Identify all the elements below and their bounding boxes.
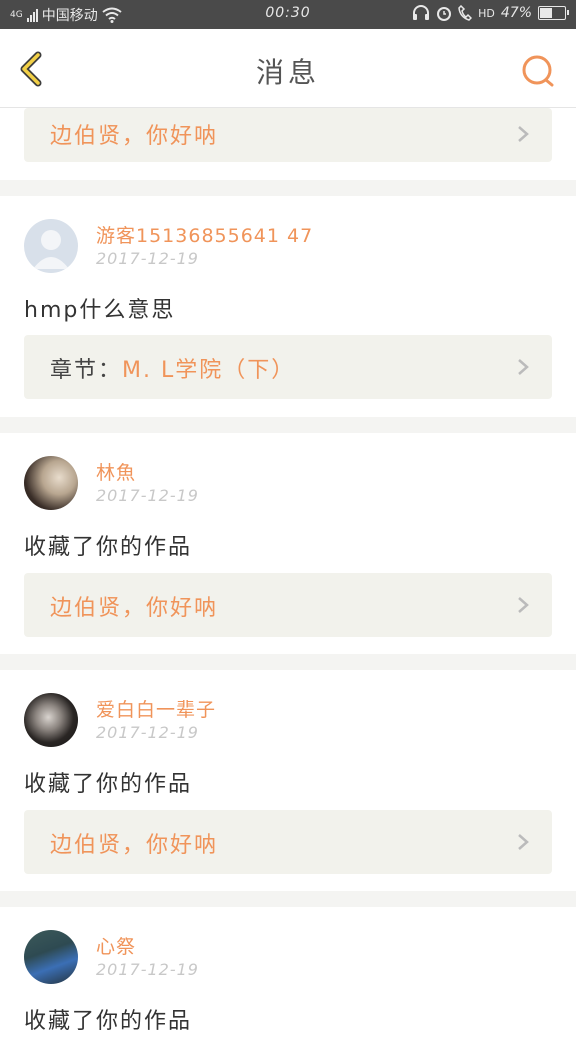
user-row[interactable]: 林魚 2017-12-19 [24, 456, 544, 516]
post-date: 2017-12-19 [96, 249, 199, 268]
message-text: hmp什么意思 [24, 298, 176, 323]
user-row[interactable]: 爱白白一辈子 2017-12-19 [24, 693, 544, 753]
post-date: 2017-12-19 [96, 723, 199, 742]
reference-prefix: 章节： [50, 358, 123, 383]
chevron-right-icon [518, 834, 529, 850]
reference-title: 边伯贤，你好呐 [50, 596, 219, 621]
avatar[interactable] [24, 456, 78, 510]
phone-icon [458, 5, 473, 21]
default-avatar-icon [33, 230, 69, 269]
reference-title: 边伯贤，你好呐 [50, 833, 219, 858]
user-row[interactable]: 游客15136855641 47 2017-12-19 [24, 219, 544, 279]
username[interactable]: 爱白白一辈子 [96, 695, 216, 722]
username[interactable]: 林魚 [96, 458, 136, 485]
chevron-right-icon [518, 126, 529, 142]
work-reference[interactable]: 边伯贤，你好呐 [24, 810, 552, 874]
work-reference[interactable]: 章节：M. L学院（下） [24, 335, 552, 399]
reference-title: 边伯贤，你好呐 [50, 124, 219, 149]
username[interactable]: 游客15136855641 47 [96, 221, 313, 248]
reference-name: M. L学院（下） [122, 358, 296, 383]
user-row[interactable]: 心祭 2017-12-19 [24, 930, 544, 990]
message-card: 游客15136855641 47 2017-12-19 hmp什么意思 章节：M… [0, 196, 576, 417]
avatar[interactable] [24, 219, 78, 273]
message-text: 收藏了你的作品 [24, 1009, 193, 1034]
avatar[interactable] [24, 693, 78, 747]
battery-percent: 47% [500, 5, 532, 21]
hd-label: HD [478, 6, 495, 20]
post-date: 2017-12-19 [96, 960, 199, 979]
message-card: 边伯贤，你好呐 [0, 108, 576, 180]
message-text: 收藏了你的作品 [24, 535, 193, 560]
work-reference[interactable]: 边伯贤，你好呐 [24, 573, 552, 637]
message-card: 爱白白一辈子 2017-12-19 收藏了你的作品 边伯贤，你好呐 [0, 670, 576, 891]
search-icon[interactable] [520, 53, 556, 89]
headset-icon [413, 5, 430, 20]
battery-icon [538, 6, 569, 20]
avatar[interactable] [24, 930, 78, 984]
reference-title: 章节：M. L学院（下） [50, 352, 295, 384]
post-date: 2017-12-19 [96, 486, 199, 505]
username[interactable]: 心祭 [96, 932, 136, 959]
message-text: 收藏了你的作品 [24, 772, 193, 797]
chevron-right-icon [518, 359, 529, 375]
message-card: 林魚 2017-12-19 收藏了你的作品 边伯贤，你好呐 [0, 433, 576, 654]
message-card: 心祭 2017-12-19 收藏了你的作品 [0, 907, 576, 1047]
app-header: 消息 [0, 29, 576, 108]
status-right: HD 47% [412, 5, 569, 21]
work-reference[interactable]: 边伯贤，你好呐 [24, 108, 552, 162]
chevron-right-icon [518, 597, 529, 613]
alarm-icon [437, 7, 452, 21]
status-bar: 4G 中国移动 00:30 HD 47% [0, 0, 576, 29]
page-title: 消息 [255, 56, 320, 89]
